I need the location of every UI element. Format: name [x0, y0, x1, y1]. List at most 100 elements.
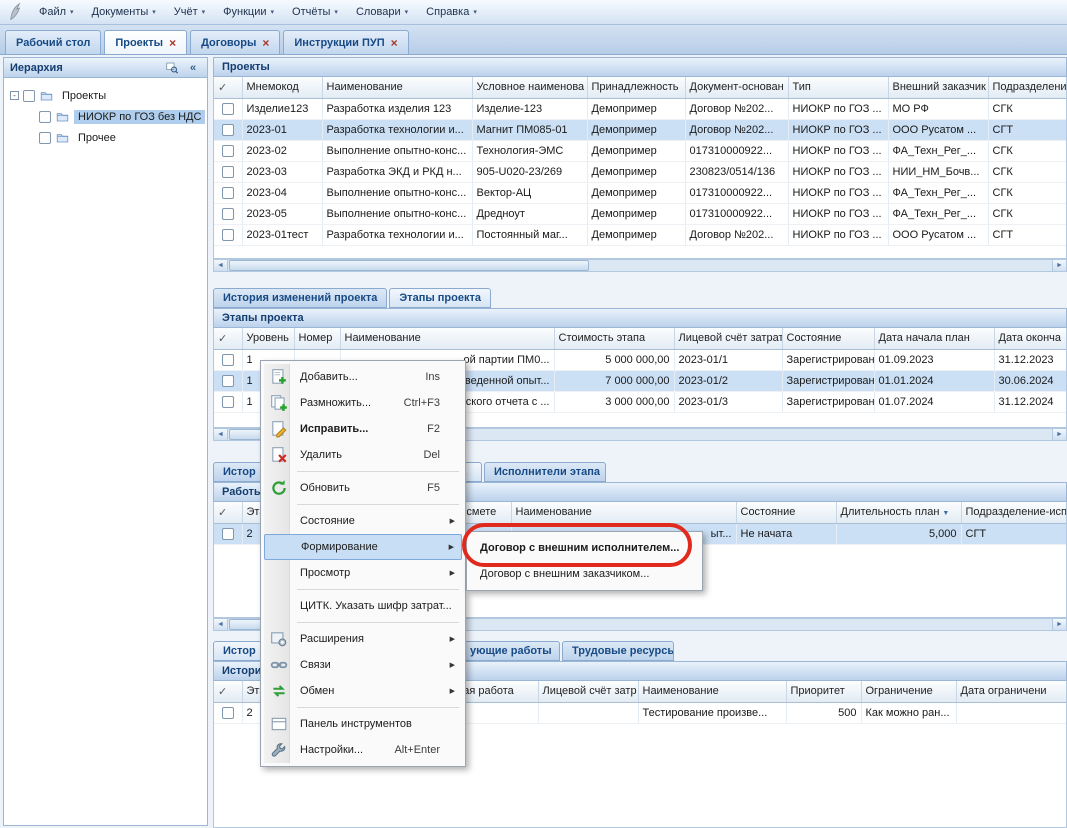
tab-close-icon[interactable]: × [169, 37, 176, 49]
column-header[interactable]: Дата начала план [874, 328, 994, 349]
scroll-right-icon[interactable]: ► [1052, 429, 1066, 440]
resources-tab-3[interactable]: Трудовые ресурсы [562, 641, 674, 661]
column-header[interactable]: Дата ограничени [956, 681, 1067, 702]
stages-tab-2[interactable]: Этапы проекта [389, 288, 491, 308]
menubar-item-3[interactable]: Учёт▾ [165, 2, 214, 22]
table-row[interactable]: 2023-04Выполнение опытно-конс...Вектор-А… [214, 182, 1067, 203]
column-header[interactable]: Состояние [782, 328, 874, 349]
scroll-right-icon[interactable]: ► [1052, 619, 1066, 630]
column-header[interactable]: Внешний заказчик [888, 77, 988, 98]
context-menu-item[interactable]: Связи▶ [264, 652, 462, 678]
scroll-thumb[interactable] [229, 260, 589, 271]
column-header[interactable]: Приоритет [786, 681, 861, 702]
tab-3[interactable]: Договоры× [190, 30, 280, 54]
select-all-header[interactable]: ✓ [214, 328, 242, 349]
column-header[interactable]: Документ-основан [685, 77, 788, 98]
menubar-item-6[interactable]: Словари▾ [347, 2, 417, 22]
collapse-panel-icon[interactable]: « [185, 60, 201, 75]
scroll-right-icon[interactable]: ► [1052, 260, 1066, 271]
projects-hscrollbar[interactable]: ◄► [213, 259, 1067, 272]
row-checkbox[interactable] [222, 375, 234, 387]
scroll-left-icon[interactable]: ◄ [214, 619, 228, 630]
tab-4[interactable]: Инструкции ПУП× [283, 30, 408, 54]
column-header[interactable]: Подразделение [988, 77, 1067, 98]
table-row[interactable]: 2023-05Выполнение опытно-конс...Дредноут… [214, 203, 1067, 224]
column-header[interactable]: Мнемокод [242, 77, 322, 98]
column-header[interactable]: Номер [294, 328, 340, 349]
row-checkbox[interactable] [222, 103, 234, 115]
context-menu-item[interactable]: Формирование▶ [264, 534, 462, 560]
context-menu-item[interactable]: Обмен▶ [264, 678, 462, 704]
works-tab-3[interactable]: Исполнители этапа [484, 462, 606, 482]
table-row[interactable]: 2023-01Разработка технологии и...Магнит … [214, 119, 1067, 140]
tab-close-icon[interactable]: × [262, 37, 269, 49]
table-row[interactable]: Изделие123Разработка изделия 123Изделие-… [214, 98, 1067, 119]
tree-checkbox[interactable] [39, 132, 51, 144]
context-menu-item[interactable]: Просмотр▶ [264, 560, 462, 586]
row-checkbox[interactable] [222, 166, 234, 178]
column-header[interactable]: Стоимость этапа [554, 328, 674, 349]
column-header[interactable]: Ограничение [861, 681, 956, 702]
select-all-header[interactable]: ✓ [214, 502, 242, 523]
row-checkbox[interactable] [222, 229, 234, 241]
row-checkbox[interactable] [222, 528, 234, 540]
tree-node-label[interactable]: Прочее [74, 131, 120, 145]
table-row[interactable]: 2023-03Разработка ЭКД и РКД н...905-U020… [214, 161, 1067, 182]
context-menu-item[interactable]: Исправить...F2 [264, 416, 462, 442]
scroll-left-icon[interactable]: ◄ [214, 260, 228, 271]
column-header[interactable]: Наименование [511, 502, 736, 523]
column-header[interactable]: Уровень [242, 328, 294, 349]
context-menu-item[interactable]: ЦИТК. Указать шифр затрат... [264, 593, 462, 619]
column-header[interactable]: Лицевой счёт затрат [674, 328, 782, 349]
column-header[interactable]: Длительность план▼ [836, 502, 961, 523]
search-icon[interactable] [164, 60, 180, 75]
column-header[interactable]: Наименование [340, 328, 554, 349]
menubar-item-7[interactable]: Справка▾ [417, 2, 486, 22]
tree-expander-icon[interactable]: - [10, 91, 19, 100]
menubar-item-5[interactable]: Отчёты▾ [283, 2, 347, 22]
column-header[interactable]: Тип [788, 77, 888, 98]
column-header[interactable]: Лицевой счёт затр [538, 681, 638, 702]
context-menu-item[interactable]: Настройки...Alt+Enter [264, 737, 462, 763]
row-checkbox[interactable] [222, 707, 234, 719]
table-row[interactable]: 2023-01тестРазработка технологии и...Пос… [214, 224, 1067, 245]
row-checkbox[interactable] [222, 354, 234, 366]
row-checkbox[interactable] [222, 208, 234, 220]
menubar-item-4[interactable]: Функции▾ [214, 2, 283, 22]
context-menu-item[interactable]: ОбновитьF5 [264, 475, 462, 501]
tree-node[interactable]: НИОКР по ГОЗ без НДС [8, 106, 203, 127]
submenu-item[interactable]: Договор с внешним исполнителем... [470, 535, 699, 561]
select-all-header[interactable]: ✓ [214, 681, 242, 702]
row-checkbox[interactable] [222, 145, 234, 157]
tree-node[interactable]: Прочее [8, 127, 203, 148]
resources-tab-2[interactable]: ующие работы [460, 641, 560, 661]
context-menu-item[interactable]: Размножить...Ctrl+F3 [264, 390, 462, 416]
tree-node-label[interactable]: НИОКР по ГОЗ без НДС [74, 110, 205, 124]
column-header[interactable]: Наименование [638, 681, 786, 702]
column-header[interactable]: Принадлежность [587, 77, 685, 98]
menubar-item-2[interactable]: Документы▾ [83, 2, 165, 22]
table-row[interactable]: 2023-02Выполнение опытно-конс...Технолог… [214, 140, 1067, 161]
column-header[interactable]: Наименование [322, 77, 472, 98]
menubar-item-1[interactable]: Файл▾ [30, 2, 83, 22]
column-header[interactable]: Условное наименова [472, 77, 587, 98]
column-header[interactable]: Состояние [736, 502, 836, 523]
row-checkbox[interactable] [222, 124, 234, 136]
scroll-left-icon[interactable]: ◄ [214, 429, 228, 440]
tree-node[interactable]: - Проекты [8, 85, 203, 106]
column-header[interactable]: Дата оконча [994, 328, 1067, 349]
tree-checkbox[interactable] [39, 111, 51, 123]
submenu-item[interactable]: Договор с внешним заказчиком... [470, 561, 699, 587]
tab-close-icon[interactable]: × [391, 37, 398, 49]
column-header[interactable]: Подразделение-испо [961, 502, 1067, 523]
context-menu-item[interactable]: Панель инструментов [264, 711, 462, 737]
tab-2[interactable]: Проекты× [104, 30, 187, 54]
row-checkbox[interactable] [222, 396, 234, 408]
stages-tab-1[interactable]: История изменений проекта [213, 288, 387, 308]
context-menu-item[interactable]: Добавить...Ins [264, 364, 462, 390]
select-all-header[interactable]: ✓ [214, 77, 242, 98]
tab-1[interactable]: Рабочий стол [5, 30, 101, 54]
row-checkbox[interactable] [222, 187, 234, 199]
tree-node-label[interactable]: Проекты [58, 89, 110, 103]
context-menu-item[interactable]: Состояние▶ [264, 508, 462, 534]
